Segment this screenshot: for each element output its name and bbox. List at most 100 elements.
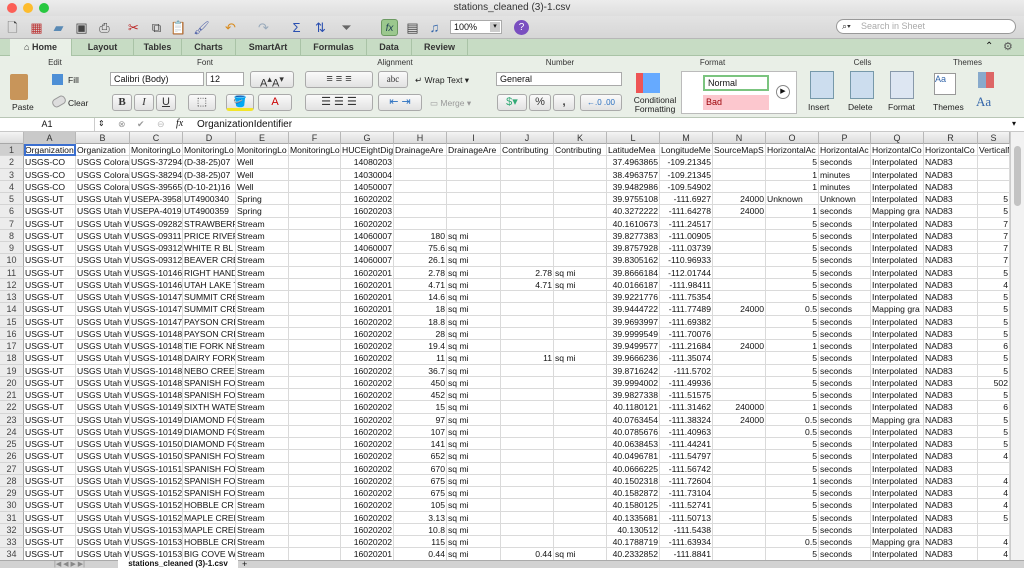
cell-s3[interactable] [978, 168, 1010, 181]
column-header-c[interactable]: C [130, 132, 183, 144]
cell-j10[interactable] [501, 254, 554, 267]
cell-p34[interactable]: seconds [819, 548, 871, 560]
cell-r28[interactable]: NAD83 [924, 474, 978, 487]
cell-n17[interactable]: 24000 [713, 340, 766, 353]
cell-h15[interactable]: 18.8 [394, 315, 447, 328]
function-circle-icon[interactable]: ⊖ [157, 119, 165, 130]
paste-icon[interactable] [10, 74, 28, 100]
cell-a22[interactable]: USGS-UT [24, 401, 76, 414]
cell-s15[interactable]: 5 [978, 315, 1010, 328]
cell-n25[interactable] [713, 438, 766, 451]
tab-data[interactable]: Data [367, 39, 412, 56]
cell-q11[interactable]: Interpolated [871, 266, 924, 279]
cell-i2[interactable] [447, 156, 501, 169]
cell-o20[interactable]: 5 [766, 376, 819, 389]
cell-e12[interactable]: Stream [236, 278, 289, 291]
cell-d5[interactable]: UT4900340 [183, 193, 236, 206]
cell-b6[interactable]: USGS Utah W [76, 205, 130, 218]
cell-l6[interactable]: 40.3272222 [607, 205, 660, 218]
cell-i27[interactable]: sq mi [447, 462, 501, 475]
cell-f7[interactable] [289, 217, 341, 230]
cell-f21[interactable] [289, 389, 341, 402]
cell-a14[interactable]: USGS-UT [24, 303, 76, 316]
cell-j23[interactable] [501, 413, 554, 426]
cell-o13[interactable]: 5 [766, 291, 819, 304]
tab-charts[interactable]: Charts [182, 39, 236, 56]
cell-i9[interactable]: sq mi [447, 242, 501, 255]
cell-e21[interactable]: Stream [236, 389, 289, 402]
column-header-b[interactable]: B [76, 132, 130, 144]
cell-b31[interactable]: USGS Utah W [76, 511, 130, 524]
cell-g4[interactable]: 14050007 [341, 180, 394, 193]
cell-l13[interactable]: 39.9221776 [607, 291, 660, 304]
name-box-stepper-icon[interactable]: ⇕ [98, 119, 105, 128]
cell-a17[interactable]: USGS-UT [24, 340, 76, 353]
cell-d21[interactable]: SPANISH FOR [183, 389, 236, 402]
cell-s4[interactable] [978, 180, 1010, 193]
cell-n9[interactable] [713, 242, 766, 255]
row-header[interactable]: 30 [0, 499, 24, 512]
cell-m8[interactable]: -111.00905 [660, 229, 713, 242]
cell-k8[interactable] [554, 229, 607, 242]
cell-m14[interactable]: -111.77489 [660, 303, 713, 316]
cell-k6[interactable] [554, 205, 607, 218]
cell-c11[interactable]: USGS-10146 [130, 266, 183, 279]
themes-icon[interactable]: Aa [934, 73, 956, 95]
cell-r27[interactable]: NAD83 [924, 462, 978, 475]
cell-h12[interactable]: 4.71 [394, 278, 447, 291]
cell-o12[interactable]: 5 [766, 278, 819, 291]
toolbox-icon[interactable]: ▤ [404, 19, 421, 36]
cell-l28[interactable]: 40.1502318 [607, 474, 660, 487]
cell-o34[interactable]: 5 [766, 548, 819, 560]
cell-p16[interactable]: seconds [819, 327, 871, 340]
cell-i34[interactable]: sq mi [447, 548, 501, 560]
cell-n16[interactable] [713, 327, 766, 340]
cell-m32[interactable]: -111.5438 [660, 523, 713, 536]
cell-r22[interactable]: NAD83 [924, 401, 978, 414]
cell-p8[interactable]: seconds [819, 229, 871, 242]
theme-colors-icon[interactable] [978, 72, 994, 88]
cell-h10[interactable]: 26.1 [394, 254, 447, 267]
cell-r23[interactable]: NAD83 [924, 413, 978, 426]
cell-m4[interactable]: -109.54902 [660, 180, 713, 193]
cell-d6[interactable]: UT4900359 [183, 205, 236, 218]
column-header-k[interactable]: K [554, 132, 607, 144]
cell-l33[interactable]: 40.1788719 [607, 536, 660, 549]
cell-l16[interactable]: 39.9999549 [607, 327, 660, 340]
cell-i22[interactable]: sq mi [447, 401, 501, 414]
cell-e9[interactable]: Stream [236, 242, 289, 255]
cell-b14[interactable]: USGS Utah W [76, 303, 130, 316]
cell-b3[interactable]: USGS Colora [76, 168, 130, 181]
column-header-q[interactable]: Q [871, 132, 924, 144]
cell-h29[interactable]: 675 [394, 487, 447, 500]
cell-g16[interactable]: 16020202 [341, 327, 394, 340]
cell-a4[interactable]: USGS-CO [24, 180, 76, 193]
row-header[interactable]: 7 [0, 217, 24, 230]
cell-c9[interactable]: USGS-09312 [130, 242, 183, 255]
cell-p3[interactable]: minutes [819, 168, 871, 181]
themes-button[interactable]: Themes [933, 102, 964, 112]
cell-d8[interactable]: PRICE RIVER [183, 229, 236, 242]
cell-o24[interactable]: 0.5 [766, 425, 819, 438]
cell-n12[interactable] [713, 278, 766, 291]
cell-f18[interactable] [289, 352, 341, 365]
play-arrow-icon[interactable]: ▶ [776, 85, 790, 99]
cell-s14[interactable]: 5 [978, 303, 1010, 316]
theme-fonts-button[interactable]: Aa [976, 94, 991, 110]
cell-j34[interactable]: 0.44 [501, 548, 554, 560]
cell-j24[interactable] [501, 425, 554, 438]
column-header-d[interactable]: D [183, 132, 236, 144]
cell-s20[interactable]: 502 [978, 376, 1010, 389]
cell-h3[interactable] [394, 168, 447, 181]
cell-c22[interactable]: USGS-10149 [130, 401, 183, 414]
cell-f19[interactable] [289, 364, 341, 377]
cell-e18[interactable]: Stream [236, 352, 289, 365]
cell-d9[interactable]: WHITE R BL T [183, 242, 236, 255]
cell-k14[interactable] [554, 303, 607, 316]
cell-h31[interactable]: 3.13 [394, 511, 447, 524]
cell-b18[interactable]: USGS Utah W [76, 352, 130, 365]
cell-g3[interactable]: 14030004 [341, 168, 394, 181]
cell-l25[interactable]: 40.0638453 [607, 438, 660, 451]
vertical-scrollbar[interactable] [1010, 132, 1024, 560]
cell-n31[interactable] [713, 511, 766, 524]
